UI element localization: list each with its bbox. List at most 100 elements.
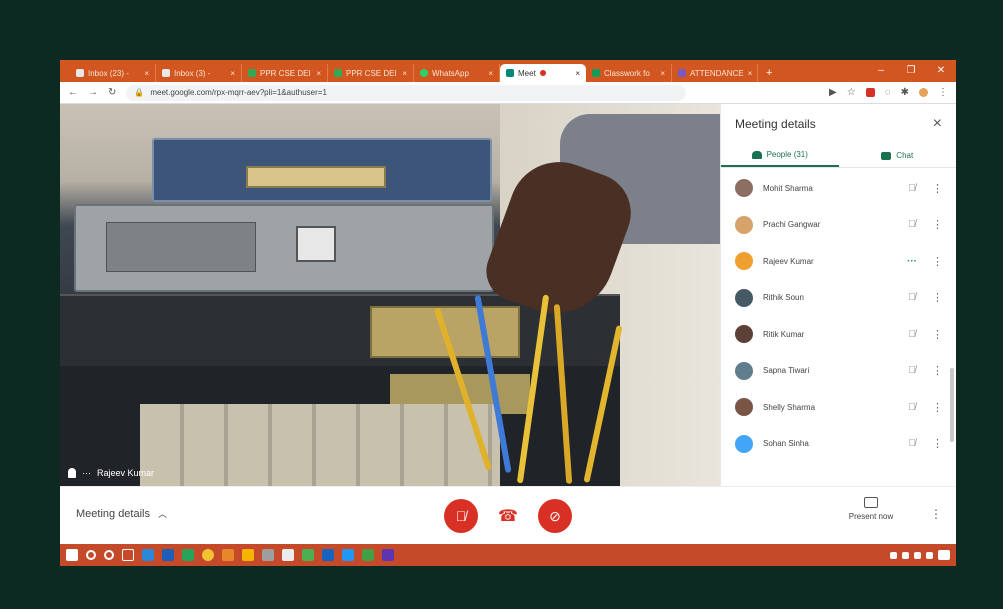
- volume-icon[interactable]: [914, 551, 921, 559]
- star-icon[interactable]: ☆: [847, 87, 856, 98]
- new-tab-button[interactable]: +: [758, 64, 780, 82]
- app-icon[interactable]: [322, 549, 334, 561]
- tab-favicon: [162, 69, 170, 77]
- notification-icon[interactable]: [938, 550, 950, 560]
- reload-icon[interactable]: ↻: [108, 87, 116, 98]
- camera-off-icon: ⊘: [549, 507, 561, 524]
- app-icon[interactable]: [162, 549, 174, 561]
- participant-row[interactable]: Prachi Gangwar 🎙̸ ⋮: [721, 207, 956, 244]
- chrome-icon[interactable]: [202, 549, 214, 561]
- tab-label: WhatsApp: [432, 68, 469, 78]
- network-icon[interactable]: [902, 551, 909, 559]
- forward-icon[interactable]: →: [88, 87, 98, 98]
- extension-icon[interactable]: [865, 88, 875, 97]
- url-text: meet.google.com/rpx-mqrr-aev?pli=1&authu…: [150, 88, 327, 97]
- url-field[interactable]: 🔒 meet.google.com/rpx-mqrr-aev?pli=1&aut…: [126, 84, 687, 101]
- app-icon[interactable]: [142, 549, 154, 561]
- app-icon[interactable]: [362, 549, 374, 561]
- speaker-name-tag: ··· Rajeev Kumar: [68, 468, 154, 478]
- avatar: [735, 325, 753, 344]
- participant-row[interactable]: Mohit Sharma 🎙̸ ⋮: [721, 170, 956, 207]
- maximize-icon[interactable]: ❐: [896, 60, 926, 82]
- tab-label: Inbox (23) -: [88, 68, 129, 78]
- camera-in-use-icon[interactable]: ▶: [829, 87, 837, 98]
- app-icon[interactable]: [382, 549, 394, 561]
- tab-label: PPR CSE DEI: [260, 68, 311, 78]
- mic-toggle-button[interactable]: 🎙̸: [444, 499, 478, 533]
- call-controls-bar: Meeting details ︿ 🎙̸ ☎ ⊘ Present now ⋮: [60, 486, 956, 544]
- window-close-icon[interactable]: ✕: [926, 60, 956, 82]
- mic-tray-icon[interactable]: [890, 551, 897, 559]
- participant-row[interactable]: Rithik Soun 🎙̸ ⋮: [721, 280, 956, 317]
- back-icon[interactable]: ←: [68, 87, 78, 98]
- tab-people-label: People (31): [766, 150, 808, 159]
- browser-tab-0[interactable]: Inbox (23) - ×: [70, 64, 156, 82]
- browser-tab-2[interactable]: PPR CSE DEI ×: [242, 64, 328, 82]
- app-icon[interactable]: [222, 549, 234, 561]
- more-options-icon[interactable]: ⋮: [932, 182, 943, 195]
- minimize-icon[interactable]: –: [866, 60, 896, 82]
- participant-row[interactable]: Sapna Tiwari 🎙̸ ⋮: [721, 353, 956, 390]
- extension-icon[interactable]: ◌: [885, 87, 891, 98]
- tab-close-icon[interactable]: ×: [230, 69, 235, 78]
- battery-icon[interactable]: [926, 551, 933, 559]
- panel-tabs: People (31) Chat: [721, 144, 956, 168]
- end-call-button[interactable]: ☎: [491, 499, 525, 533]
- more-options-icon[interactable]: ⋮: [932, 218, 943, 231]
- browser-tab-7[interactable]: ATTENDANCE ×: [672, 64, 758, 82]
- more-options-icon[interactable]: ⋮: [932, 255, 943, 268]
- tab-chat[interactable]: Chat: [839, 144, 957, 167]
- participant-row[interactable]: Sohan Sinha 🎙̸ ⋮: [721, 426, 956, 463]
- browser-tab-3[interactable]: PPR CSE DEI ×: [328, 64, 414, 82]
- app-icon[interactable]: [282, 549, 294, 561]
- more-options-icon[interactable]: ⋮: [932, 291, 943, 304]
- tab-close-icon[interactable]: ×: [575, 69, 580, 78]
- meeting-details-panel: Meeting details × People (31) Chat Mohit…: [720, 104, 956, 486]
- tab-close-icon[interactable]: ×: [316, 69, 321, 78]
- participant-row[interactable]: Rajeev Kumar ··· ⋮: [721, 243, 956, 280]
- browser-tab-meet[interactable]: Meet ×: [500, 64, 586, 82]
- participant-row[interactable]: Ritik Kumar 🎙̸ ⋮: [721, 316, 956, 353]
- more-options-icon[interactable]: ⋮: [932, 401, 943, 414]
- camera-toggle-button[interactable]: ⊘: [538, 499, 572, 533]
- browser-menu-icon[interactable]: ⋮: [938, 87, 948, 98]
- search-icon[interactable]: [86, 550, 96, 560]
- more-dots-icon[interactable]: ···: [82, 468, 91, 478]
- tab-close-icon[interactable]: ×: [660, 69, 665, 78]
- meeting-details-button[interactable]: Meeting details ︿: [76, 507, 167, 520]
- chevron-up-icon: ︿: [158, 509, 168, 519]
- tab-close-icon[interactable]: ×: [748, 69, 753, 78]
- app-icon[interactable]: [302, 549, 314, 561]
- cortana-icon[interactable]: [104, 550, 114, 560]
- panel-scrollbar[interactable]: [950, 368, 954, 442]
- tab-close-icon[interactable]: ×: [144, 69, 149, 78]
- meeting-details-label: Meeting details: [76, 507, 150, 520]
- tab-favicon: [334, 69, 342, 77]
- address-bar: ← → ↻ 🔒 meet.google.com/rpx-mqrr-aev?pli…: [60, 82, 956, 104]
- present-now-button[interactable]: Present now: [836, 497, 906, 521]
- close-icon[interactable]: ×: [933, 115, 942, 133]
- participant-name: Ritik Kumar: [763, 329, 805, 339]
- profile-avatar[interactable]: [919, 88, 928, 97]
- tab-people[interactable]: People (31): [721, 144, 839, 167]
- lock-icon: 🔒: [134, 88, 145, 97]
- tab-close-icon[interactable]: ×: [402, 69, 407, 78]
- more-options-icon[interactable]: ⋮: [930, 507, 942, 521]
- participant-row[interactable]: Shelly Sharma 🎙̸ ⋮: [721, 389, 956, 426]
- app-icon[interactable]: [182, 549, 194, 561]
- avatar: [735, 215, 753, 234]
- task-view-icon[interactable]: [122, 549, 134, 561]
- app-icon[interactable]: [262, 549, 274, 561]
- browser-tab-6[interactable]: Classwork fo ×: [586, 64, 672, 82]
- app-icon[interactable]: [242, 549, 254, 561]
- browser-tab-1[interactable]: Inbox (3) - ×: [156, 64, 242, 82]
- puzzle-icon[interactable]: ✱: [901, 87, 909, 98]
- pin-icon[interactable]: [68, 468, 76, 478]
- start-icon[interactable]: [66, 549, 78, 561]
- more-options-icon[interactable]: ⋮: [932, 328, 943, 341]
- browser-tab-4[interactable]: WhatsApp ×: [414, 64, 500, 82]
- app-icon[interactable]: [342, 549, 354, 561]
- more-options-icon[interactable]: ⋮: [932, 437, 943, 450]
- tab-close-icon[interactable]: ×: [488, 69, 493, 78]
- more-options-icon[interactable]: ⋮: [932, 364, 943, 377]
